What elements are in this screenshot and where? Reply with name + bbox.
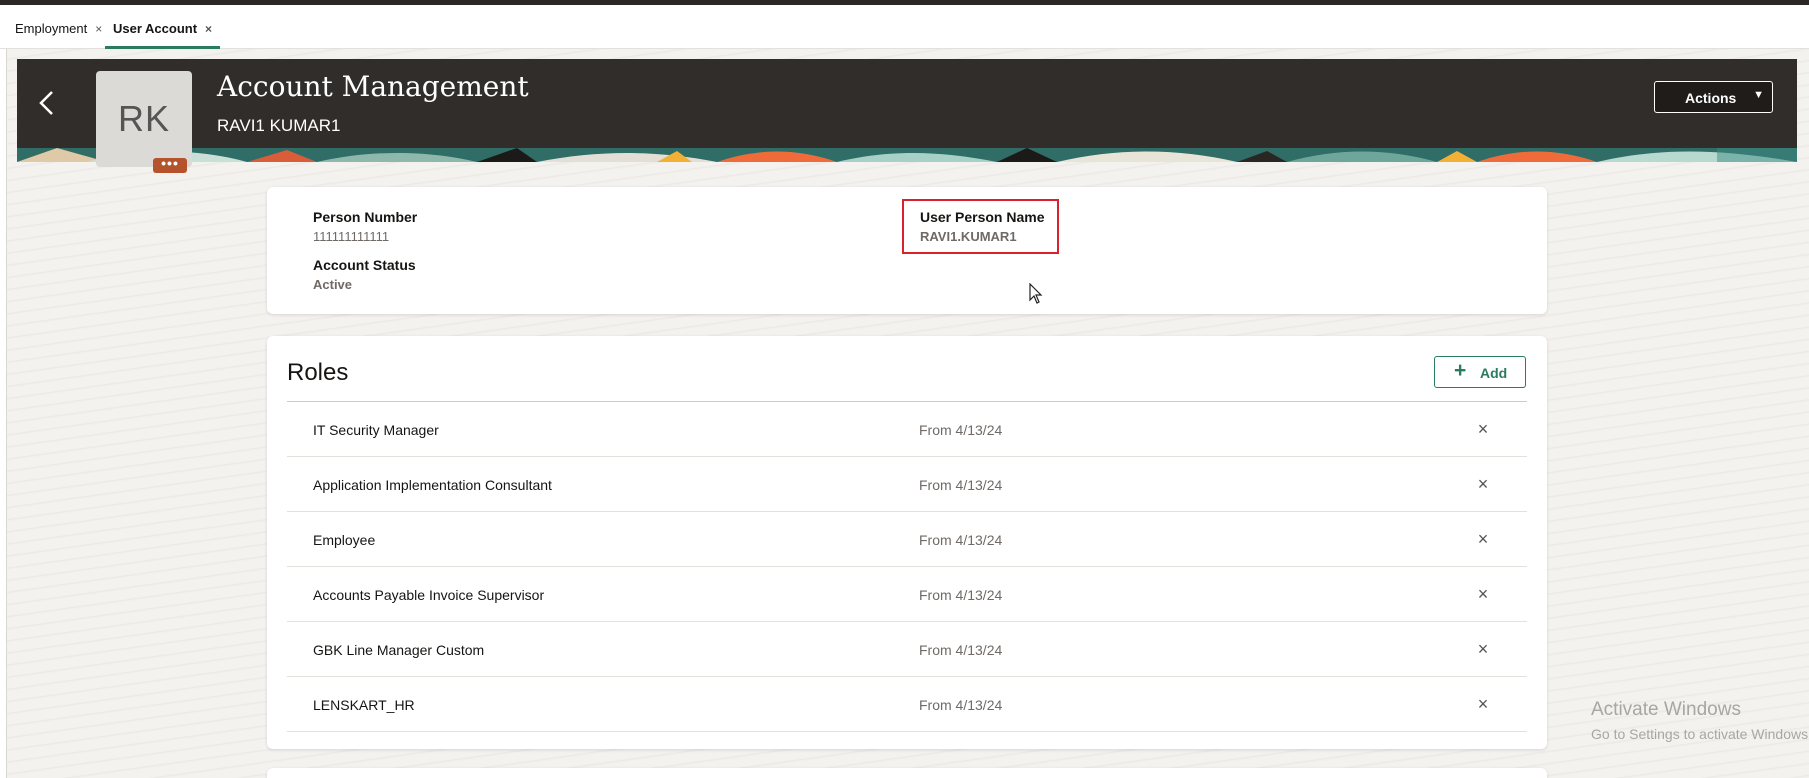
tab-user-account-close-icon[interactable]: ×: [205, 21, 212, 37]
add-label: Add: [1480, 365, 1508, 381]
next-card: [267, 768, 1547, 778]
role-date: From 4/13/24: [919, 642, 1003, 658]
tab-strip: Employment × User Account ×: [0, 5, 1809, 49]
tab-employment[interactable]: Employment ×: [15, 21, 102, 49]
watermark-line-2: Go to Settings to activate Windows.: [1591, 726, 1809, 742]
role-date: From 4/13/24: [919, 532, 1003, 548]
add-role-button[interactable]: + Add: [1434, 356, 1526, 388]
tab-user-account[interactable]: User Account ×: [104, 21, 221, 49]
caret-down-icon: ▼: [1753, 89, 1764, 101]
tab-employment-close-icon[interactable]: ×: [95, 21, 102, 37]
remove-role-close-icon[interactable]: ×: [1474, 420, 1492, 438]
tab-employment-label: Employment: [15, 21, 88, 36]
highlight-box: [902, 199, 1059, 254]
account-status-label: Account Status: [313, 257, 416, 273]
avatar-initials: RK: [117, 98, 170, 139]
roles-title: Roles: [287, 359, 349, 386]
remove-role-close-icon[interactable]: ×: [1474, 640, 1492, 658]
actions-menu-button[interactable]: Actions ▼: [1654, 81, 1773, 113]
actions-label: Actions: [1685, 90, 1737, 106]
remove-role-close-icon[interactable]: ×: [1474, 475, 1492, 493]
remove-role-close-icon[interactable]: ×: [1474, 695, 1492, 713]
person-number-label: Person Number: [313, 209, 418, 225]
decorative-banner: [17, 148, 1797, 162]
role-row: LENSKART_HR From 4/13/24 ×: [287, 677, 1527, 732]
tab-user-account-label: User Account: [113, 21, 198, 36]
role-row: GBK Line Manager Custom From 4/13/24 ×: [287, 622, 1527, 677]
role-name: LENSKART_HR: [313, 697, 415, 713]
remove-role-close-icon[interactable]: ×: [1474, 585, 1492, 603]
role-date: From 4/13/24: [919, 697, 1003, 713]
role-name: IT Security Manager: [313, 422, 439, 438]
person-number-value: 111111111111: [313, 229, 390, 244]
avatar-more-button[interactable]: •••: [153, 156, 187, 173]
role-row: Accounts Payable Invoice Supervisor From…: [287, 567, 1527, 622]
role-row: Application Implementation Consultant Fr…: [287, 457, 1527, 512]
role-row: IT Security Manager From 4/13/24 ×: [287, 402, 1527, 457]
plus-icon: +: [1454, 359, 1467, 382]
role-name: GBK Line Manager Custom: [313, 642, 485, 658]
role-date: From 4/13/24: [919, 477, 1003, 493]
role-name: Employee: [313, 532, 376, 548]
page-title: Account Management: [217, 70, 529, 103]
avatar: RK: [96, 71, 192, 167]
role-row: Employee From 4/13/24 ×: [287, 512, 1527, 567]
roles-list: IT Security Manager From 4/13/24 × Appli…: [287, 402, 1527, 732]
role-date: From 4/13/24: [919, 422, 1003, 438]
role-date: From 4/13/24: [919, 587, 1003, 603]
account-status-value: Active: [313, 277, 353, 292]
activate-windows-watermark: Activate Windows Go to Settings to activ…: [1591, 699, 1809, 742]
back-chevron-icon[interactable]: [37, 90, 57, 116]
role-name: Application Implementation Consultant: [313, 477, 552, 493]
page-subtitle: RAVI1 KUMAR1: [217, 116, 341, 135]
watermark-line-1: Activate Windows: [1591, 699, 1741, 720]
mouse-cursor-icon: [1029, 283, 1043, 304]
role-name: Accounts Payable Invoice Supervisor: [313, 587, 545, 603]
remove-role-close-icon[interactable]: ×: [1474, 530, 1492, 548]
